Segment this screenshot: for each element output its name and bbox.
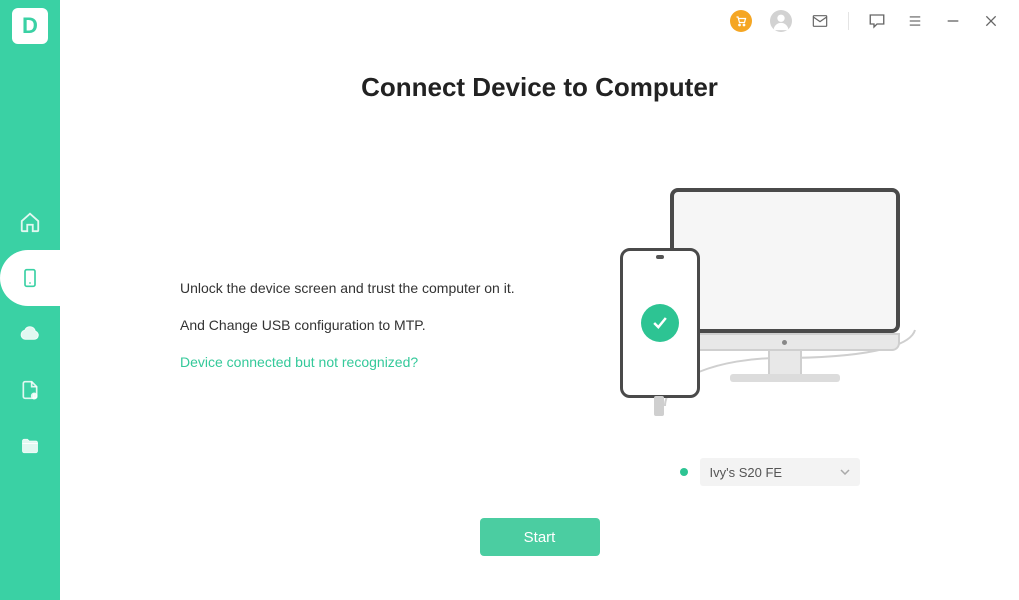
feedback-icon bbox=[867, 12, 887, 30]
device-illustration bbox=[610, 178, 930, 428]
minimize-button[interactable] bbox=[943, 11, 963, 31]
instruction-line-1: Unlock the device screen and trust the c… bbox=[180, 278, 560, 299]
check-circle-icon bbox=[641, 304, 679, 342]
close-button[interactable] bbox=[981, 11, 1001, 31]
app-logo: D bbox=[12, 8, 48, 44]
sidebar-item-folder[interactable] bbox=[0, 418, 60, 474]
sidebar-item-device[interactable] bbox=[0, 250, 60, 306]
illustration-column: Ivy's S20 FE bbox=[560, 178, 979, 486]
page-title: Connect Device to Computer bbox=[60, 72, 1019, 103]
cloud-icon bbox=[19, 323, 41, 345]
home-icon bbox=[19, 211, 41, 233]
chevron-down-icon bbox=[840, 469, 850, 475]
cart-button[interactable] bbox=[730, 10, 752, 32]
cart-icon bbox=[735, 15, 747, 27]
sidebar-item-cloud[interactable] bbox=[0, 306, 60, 362]
user-icon bbox=[770, 10, 792, 32]
minimize-icon bbox=[945, 13, 961, 29]
sidebar-item-home[interactable] bbox=[0, 194, 60, 250]
instruction-line-2: And Change USB configuration to MTP. bbox=[180, 315, 560, 336]
main-panel: Connect Device to Computer Unlock the de… bbox=[60, 0, 1019, 600]
feedback-button[interactable] bbox=[867, 11, 887, 31]
content-area: Connect Device to Computer Unlock the de… bbox=[60, 42, 1019, 600]
mail-button[interactable] bbox=[810, 11, 830, 31]
monitor-screen bbox=[670, 188, 900, 333]
sidebar: D ! bbox=[0, 0, 60, 600]
body-row: Unlock the device screen and trust the c… bbox=[60, 178, 1019, 486]
start-button[interactable]: Start bbox=[480, 518, 600, 556]
phone-cable-connector bbox=[654, 396, 664, 416]
device-select-dropdown[interactable]: Ivy's S20 FE bbox=[700, 458, 860, 486]
connection-status-dot bbox=[680, 468, 688, 476]
monitor-base bbox=[730, 374, 840, 382]
instructions-column: Unlock the device screen and trust the c… bbox=[180, 178, 560, 486]
file-alert-icon: ! bbox=[20, 379, 40, 401]
device-select-row: Ivy's S20 FE bbox=[680, 458, 860, 486]
folder-icon bbox=[19, 436, 41, 456]
device-select-value: Ivy's S20 FE bbox=[710, 465, 783, 480]
phone-notch bbox=[656, 255, 664, 259]
phone-icon bbox=[20, 266, 40, 290]
mail-icon bbox=[810, 13, 830, 29]
monitor-bezel bbox=[670, 333, 900, 351]
menu-button[interactable] bbox=[905, 11, 925, 31]
titlebar-divider bbox=[848, 12, 849, 30]
phone-illustration bbox=[620, 248, 700, 398]
close-icon bbox=[983, 13, 999, 29]
menu-icon bbox=[906, 14, 924, 28]
help-link[interactable]: Device connected but not recognized? bbox=[180, 352, 560, 373]
titlebar bbox=[60, 0, 1019, 42]
sidebar-item-file-alert[interactable]: ! bbox=[0, 362, 60, 418]
user-button[interactable] bbox=[770, 10, 792, 32]
